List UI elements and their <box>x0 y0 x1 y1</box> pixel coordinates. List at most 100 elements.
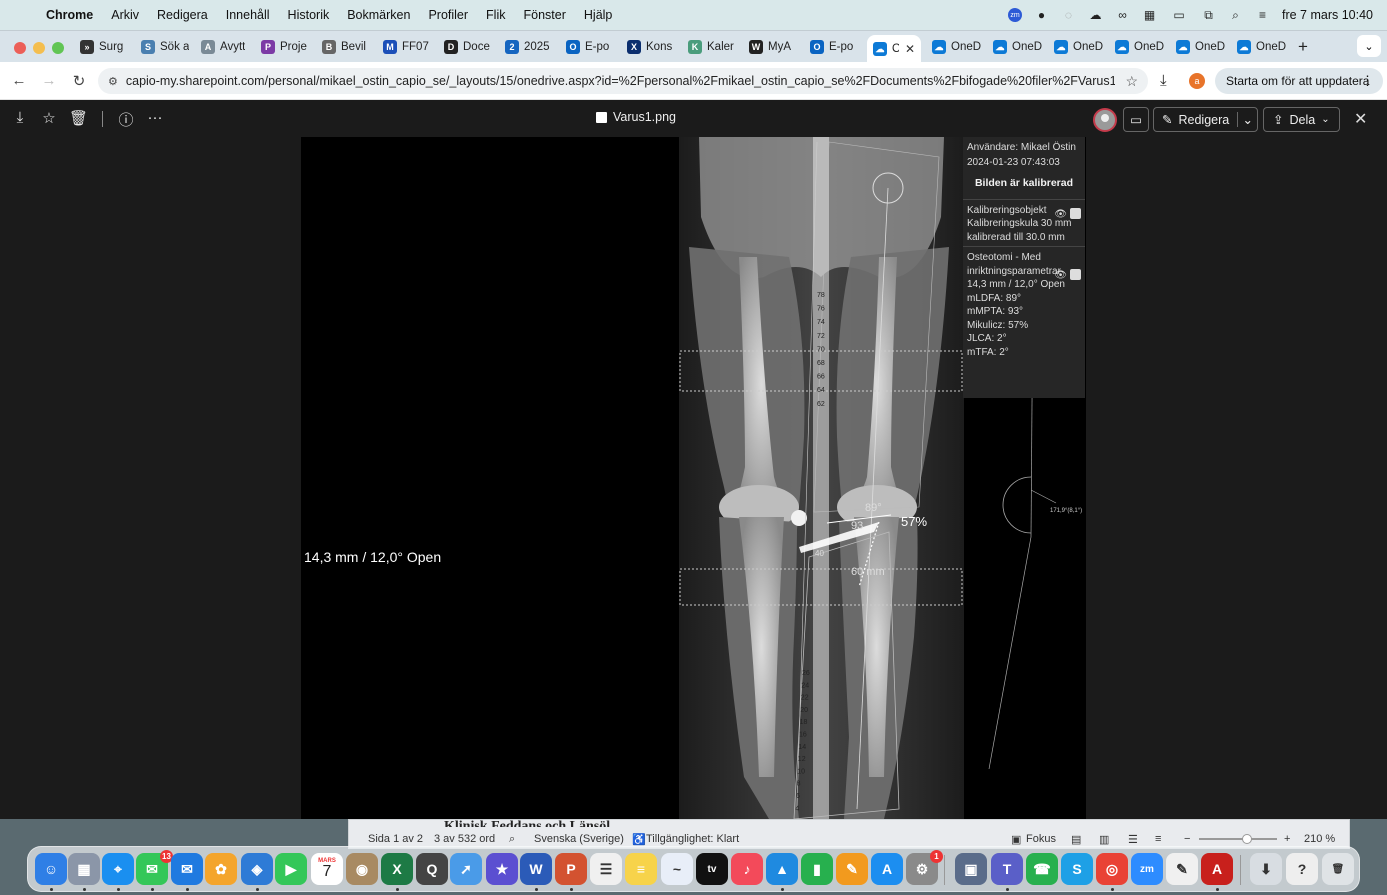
page-count[interactable]: Sida 1 av 2 <box>368 833 423 845</box>
comment-button[interactable]: ▭ <box>1123 107 1149 132</box>
finder-icon[interactable]: ☺ <box>35 853 67 885</box>
zoom-status-icon[interactable]: zm <box>1007 8 1022 22</box>
visibility-checkbox[interactable] <box>1070 207 1081 219</box>
textedit-icon[interactable]: ✎ <box>1166 853 1198 885</box>
imovie-icon[interactable]: ★ <box>486 853 518 885</box>
web-layout-icon[interactable]: ▥ <box>1099 833 1109 846</box>
word-icon[interactable]: W <box>520 853 552 885</box>
menu-fonster[interactable]: Fönster <box>524 8 566 22</box>
control-center-icon[interactable]: ≡ <box>1255 8 1270 22</box>
menu-historik[interactable]: Historik <box>288 8 330 22</box>
excel-icon[interactable]: X <box>381 853 413 885</box>
quicktime-icon[interactable]: Q <box>416 853 448 885</box>
keynote-icon[interactable]: ▲ <box>766 853 798 885</box>
zoom-out-icon[interactable]: − <box>1184 833 1190 845</box>
url-text[interactable]: capio-my.sharepoint.com/personal/mikael_… <box>126 74 1116 88</box>
favorite-star-icon[interactable]: ☆ <box>40 109 58 127</box>
more-options-icon[interactable]: ··· <box>146 109 164 126</box>
focus-label[interactable]: Fokus <box>1026 833 1056 845</box>
battery-icon[interactable]: ▭ <box>1169 8 1189 22</box>
trash-icon[interactable]: 🗑 <box>1322 853 1354 885</box>
tab-search-button[interactable]: ⌄ <box>1357 35 1381 57</box>
numbers-icon[interactable]: ▮ <box>801 853 833 885</box>
zoom-icon[interactable]: zm <box>1131 853 1163 885</box>
eye-icon[interactable]: 👁 <box>1054 208 1067 222</box>
print-layout-icon[interactable]: ▤ <box>1071 833 1081 846</box>
edit-dropdown-icon[interactable]: ⌄ <box>1236 112 1253 127</box>
info-icon[interactable]: ⓘ <box>117 109 135 130</box>
tab-9[interactable]: X Kons <box>627 35 685 59</box>
phone-icon[interactable]: ☎ <box>1026 853 1058 885</box>
close-window-icon[interactable] <box>14 42 26 54</box>
appstore-icon[interactable]: A <box>871 853 903 885</box>
appletv-icon[interactable]: tv <box>696 853 728 885</box>
share-button[interactable]: ⇪ Dela ⌄ <box>1263 107 1340 132</box>
kebab-menu-icon[interactable]: ⋮ <box>1361 73 1374 89</box>
bookmark-star-icon[interactable]: ☆ <box>1125 73 1138 90</box>
skype-icon[interactable]: S <box>1061 853 1093 885</box>
tab-15[interactable]: ☁ OneD <box>993 35 1051 59</box>
avatar[interactable] <box>1093 108 1117 132</box>
draft-view-icon[interactable]: ≡ <box>1155 833 1161 845</box>
display-icon[interactable]: ▦ <box>1142 8 1157 22</box>
menu-hjalp[interactable]: Hjälp <box>584 8 613 22</box>
calendar-icon[interactable]: MARS 7 <box>311 853 343 885</box>
download-file-icon[interactable]: ⤓ <box>11 109 29 126</box>
powerpoint-icon[interactable]: P <box>555 853 587 885</box>
maps-icon[interactable]: ➚ <box>450 853 482 885</box>
creative-cloud-icon[interactable]: ∞ <box>1115 8 1130 22</box>
downloads-stack-icon[interactable]: ⬇ <box>1250 853 1282 885</box>
zoom-level[interactable]: 210 % <box>1304 833 1335 845</box>
menu-bokmarken[interactable]: Bokmärken <box>347 8 410 22</box>
zoom-in-icon[interactable]: + <box>1284 833 1290 845</box>
outline-view-icon[interactable]: ☰ <box>1128 833 1138 846</box>
minimize-window-icon[interactable] <box>33 42 45 54</box>
menu-clock[interactable]: fre 7 mars 10:40 <box>1282 8 1373 22</box>
tab-10[interactable]: K Kaler <box>688 35 746 59</box>
tab-16[interactable]: ☁ OneD <box>1054 35 1112 59</box>
spotlight-search-icon[interactable]: ⌕ <box>1228 8 1243 22</box>
photos-icon[interactable]: ✿ <box>205 853 237 885</box>
language[interactable]: Svenska (Sverige) <box>534 833 624 845</box>
word-count[interactable]: 3 av 532 ord <box>434 833 495 845</box>
zoom-slider[interactable] <box>1199 834 1277 844</box>
zoom-slider-knob[interactable] <box>1242 834 1252 844</box>
help-icon[interactable]: ? <box>1286 853 1318 885</box>
preview-icon[interactable]: ▣ <box>955 853 987 885</box>
address-bar[interactable]: ⚙ capio-my.sharepoint.com/personal/mikae… <box>98 68 1148 94</box>
tab-0[interactable]: » Surg <box>80 35 138 59</box>
facetime-icon[interactable]: ▶ <box>275 853 307 885</box>
extension-avatar[interactable]: a <box>1189 73 1205 89</box>
forward-icon[interactable]: → <box>38 72 60 89</box>
mail-icon[interactable]: ✉ <box>171 853 203 885</box>
tab-4[interactable]: B Bevil <box>322 35 380 59</box>
eye-icon[interactable]: 👁 <box>1054 269 1067 283</box>
chrome-icon[interactable]: ◎ <box>1096 853 1128 885</box>
tab-17[interactable]: ☁ OneD <box>1115 35 1173 59</box>
menu-chrome[interactable]: Chrome <box>46 8 93 22</box>
messages-icon[interactable]: ✉ 13 <box>136 850 173 885</box>
freeform-icon[interactable]: ~ <box>661 853 693 885</box>
acrobat-icon[interactable]: A <box>1201 853 1233 885</box>
menu-innehall[interactable]: Innehåll <box>226 8 270 22</box>
reload-icon[interactable]: ↻ <box>68 72 90 90</box>
loading-icon[interactable]: ◌ <box>1061 8 1076 22</box>
grammarly-icon[interactable]: ● <box>1034 8 1049 22</box>
xray-image[interactable]: 89° 93 60 mm 40 787674727068666462 26242… <box>679 137 964 819</box>
site-info-icon[interactable]: ⚙ <box>108 75 118 88</box>
visibility-checkbox[interactable] <box>1070 269 1081 280</box>
tab-3[interactable]: P Proje <box>261 35 319 59</box>
safari-icon[interactable]: ⌖ <box>102 853 134 885</box>
tab-19[interactable]: ☁ OneD <box>1237 35 1295 59</box>
accessibility-icon[interactable]: ♿ <box>632 833 646 846</box>
tab-7[interactable]: 2 2025 <box>505 35 563 59</box>
tab-18[interactable]: ☁ OneD <box>1176 35 1234 59</box>
tab-6[interactable]: D Doce <box>444 35 502 59</box>
tab-12[interactable]: O E-po <box>810 35 868 59</box>
image-canvas[interactable]: 14,3 mm / 12,0° Open 89° 93 60 mm 40 78 … <box>301 137 1086 819</box>
tab-8[interactable]: O E-po <box>566 35 624 59</box>
notes-icon[interactable]: ≡ <box>625 853 657 885</box>
teams-icon[interactable]: T <box>991 853 1023 885</box>
new-tab-button[interactable]: + <box>1298 37 1308 57</box>
tab-13[interactable]: ☁ O ✕ <box>867 35 921 63</box>
